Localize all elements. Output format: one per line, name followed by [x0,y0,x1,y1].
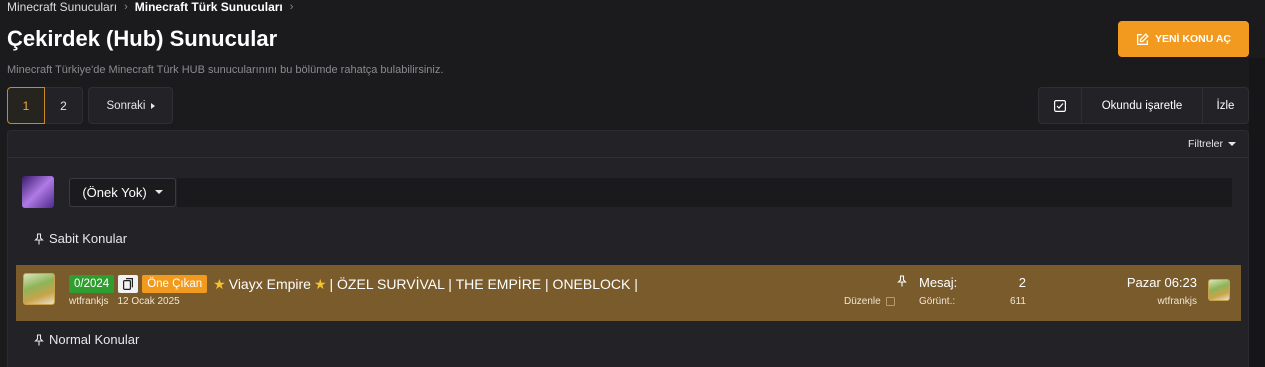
next-page-button[interactable]: Sonraki [88,87,173,124]
thread-title-input[interactable] [177,177,1232,207]
edit-icon [1136,32,1149,45]
chevron-right-icon: › [124,1,128,13]
filters-button[interactable]: Filtreler [1188,138,1223,150]
new-topic-button[interactable]: YENİ KONU AÇ [1118,21,1249,57]
new-topic-label: YENİ KONU AÇ [1154,33,1232,45]
replies-label: Mesaj: [919,275,958,290]
thread-title-line: 0/2024 Öne Çıkan ★ Viayx Empire ★ | ÖZEL… [69,275,638,293]
thread-author[interactable]: wtfrankjs [69,296,108,307]
featured-badge[interactable]: Öne Çıkan [142,275,208,293]
thread-title-rest: | ÖZEL SURVİVAL | THE EMPİRE | ONEBLOCK … [329,276,638,292]
avatar [22,176,54,208]
thread-meta: wtfrankjs 12 Ocak 2025 [69,296,180,307]
breadcrumb-item-minecraft-servers[interactable]: Minecraft Sunucuları [7,0,117,14]
breadcrumb: Minecraft Sunucuları › Minecraft Türk Su… [7,0,300,14]
pin-icon [34,232,44,244]
copy-icon[interactable] [118,275,139,293]
breadcrumb-item-turkish-servers[interactable]: Minecraft Türk Sunucuları [135,0,283,14]
pin-icon [34,333,44,345]
section-normal-label: Normal Konular [49,332,140,347]
next-page-label: Sonraki [106,99,146,112]
checkbox-icon [1054,99,1066,112]
section-sticky-threads: Sabit Konular [33,231,127,246]
avatar[interactable] [1208,279,1230,301]
select-checkbox-button[interactable] [1039,88,1082,123]
last-post-date[interactable]: Pazar 06:23 [1127,275,1197,290]
star-icon: ★ [213,275,226,292]
quick-thread-composer: (Önek Yok) [22,176,1232,208]
views-count: 611 [1010,296,1026,307]
thread-actions: Okundu işaretle İzle [1038,87,1249,124]
forum-description: Minecraft Türkiye'de Minecraft Türk HUB … [7,64,444,76]
select-thread-checkbox[interactable] [885,297,895,306]
page-title: Çekirdek (Hub) Sunucular [7,26,278,51]
page-1-button[interactable]: 1 [7,87,45,124]
pin-icon [897,275,907,287]
prefix-select-label: (Önek Yok) [82,184,147,200]
chevron-right-icon: › [289,1,294,13]
replies-count: 2 [1018,275,1026,290]
page-2-button[interactable]: 2 [45,87,83,124]
edit-label: Düzenle [844,296,881,307]
thread-title-text: Viayx Empire [228,276,311,292]
section-normal-threads: Normal Konular [33,332,139,347]
caret-down-icon [1228,142,1236,146]
caret-right-icon [150,102,155,109]
thread-title-link[interactable]: ★ Viayx Empire ★ | ÖZEL SURVİVAL | THE E… [213,276,638,293]
watch-button[interactable]: İzle [1203,88,1248,123]
thread-date[interactable]: 12 Ocak 2025 [117,296,179,307]
caret-down-icon [154,190,163,194]
last-post-user[interactable]: wtfrankjs [1158,296,1197,307]
mark-read-button[interactable]: Okundu işaretle [1082,88,1203,123]
thread-list-panel: Filtreler (Önek Yok) Sabit Konular 0/202… [7,130,1249,367]
star-icon: ★ [313,275,327,292]
section-sticky-label: Sabit Konular [49,231,128,246]
pagination: 1 2 Sonraki [7,87,173,124]
prefix-select[interactable]: (Önek Yok) [69,177,176,207]
filter-bar: Filtreler [8,131,1248,158]
thread-row[interactable]: 0/2024 Öne Çıkan ★ Viayx Empire ★ | ÖZEL… [16,265,1241,321]
prefix-badge[interactable]: 0/2024 [69,275,115,293]
avatar [23,273,55,305]
edit-link[interactable]: Düzenle [844,296,895,307]
scrollbar[interactable] [1249,58,1265,367]
views-label: Görünt.: [919,296,956,307]
